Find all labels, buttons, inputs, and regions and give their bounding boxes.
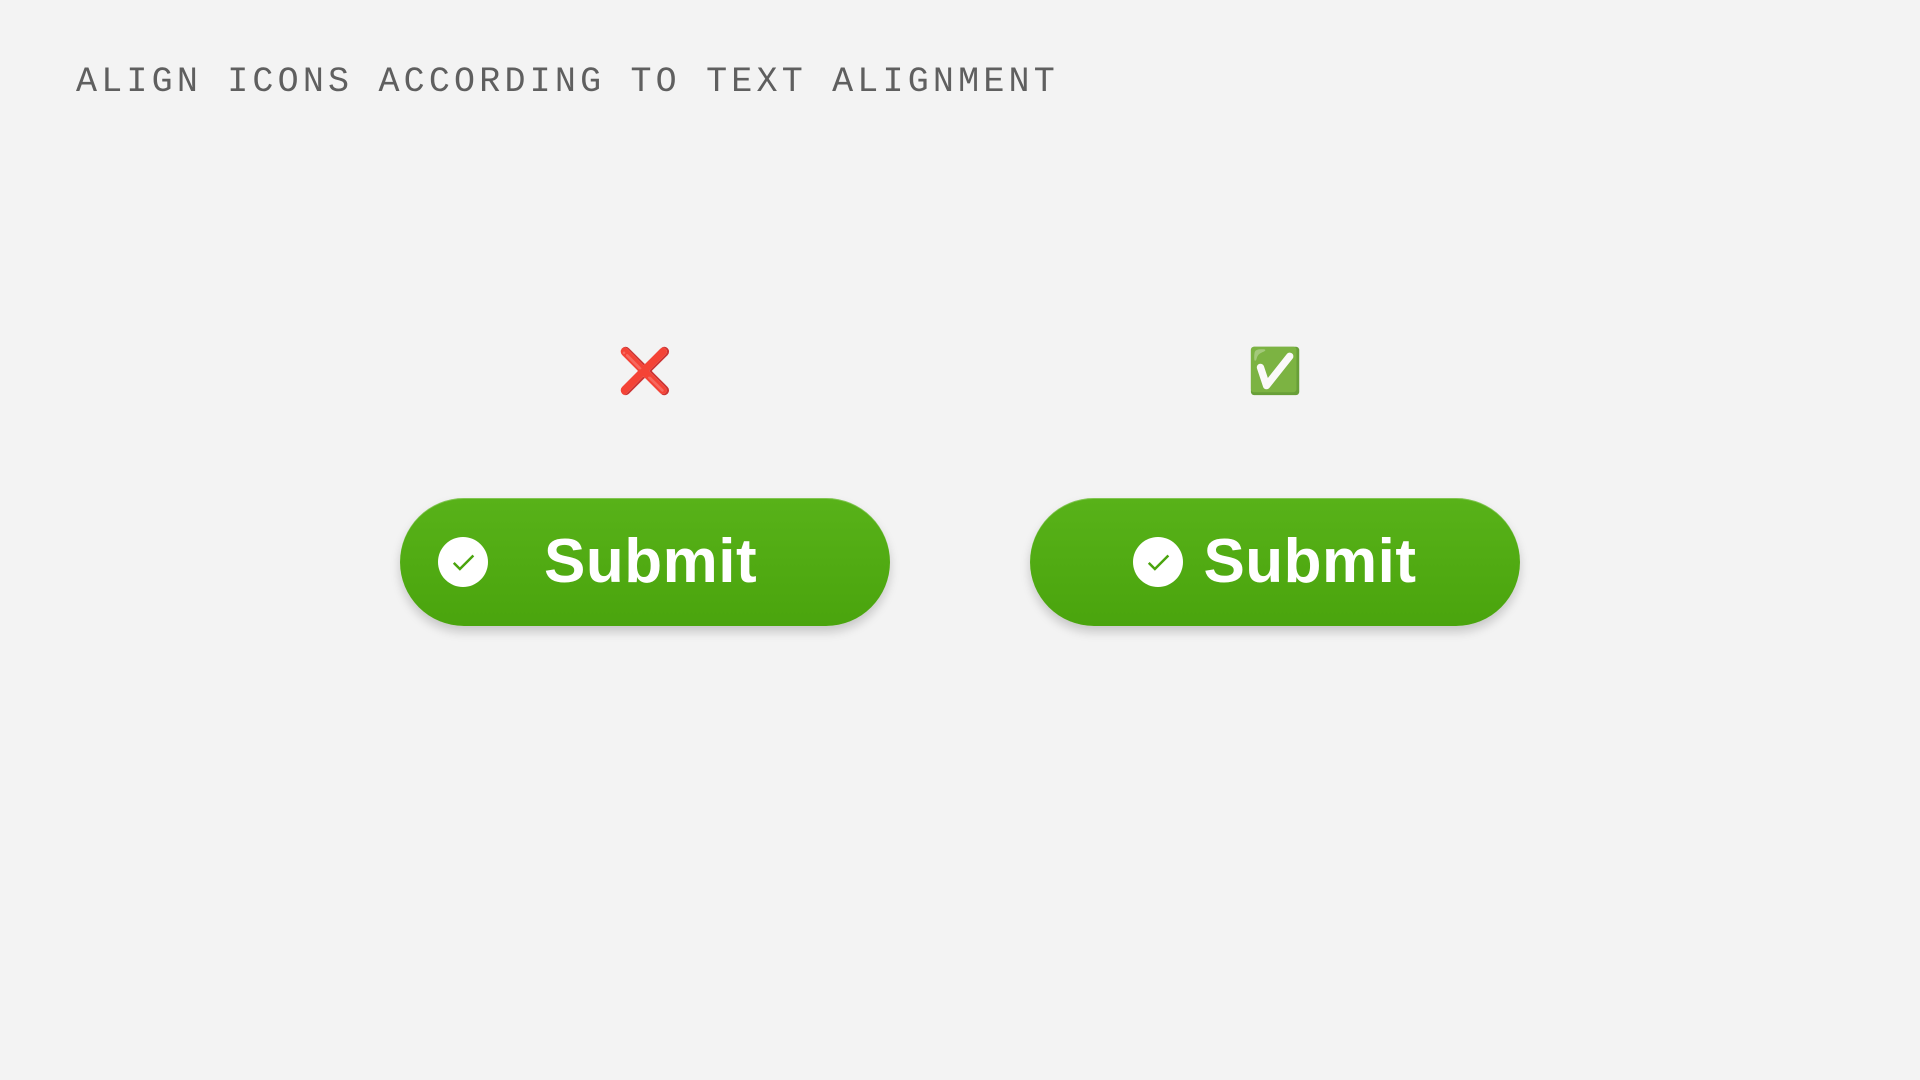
submit-button-right[interactable]: Submit	[1030, 498, 1520, 626]
right-example: ✅ Submit	[1030, 350, 1520, 626]
wrong-example: ❌ Submit	[400, 350, 890, 626]
examples-row: ❌ Submit ✅ Submit	[0, 350, 1920, 626]
cross-icon: ❌	[618, 350, 673, 394]
check-icon: ✅	[1248, 350, 1303, 394]
check-circle-icon	[1133, 537, 1183, 587]
check-circle-icon	[438, 537, 488, 587]
page-title: ALIGN ICONS ACCORDING TO TEXT ALIGNMENT	[76, 62, 1059, 102]
submit-button-wrong[interactable]: Submit	[400, 498, 890, 626]
submit-button-label: Submit	[544, 531, 757, 593]
submit-button-label: Submit	[1203, 531, 1416, 593]
